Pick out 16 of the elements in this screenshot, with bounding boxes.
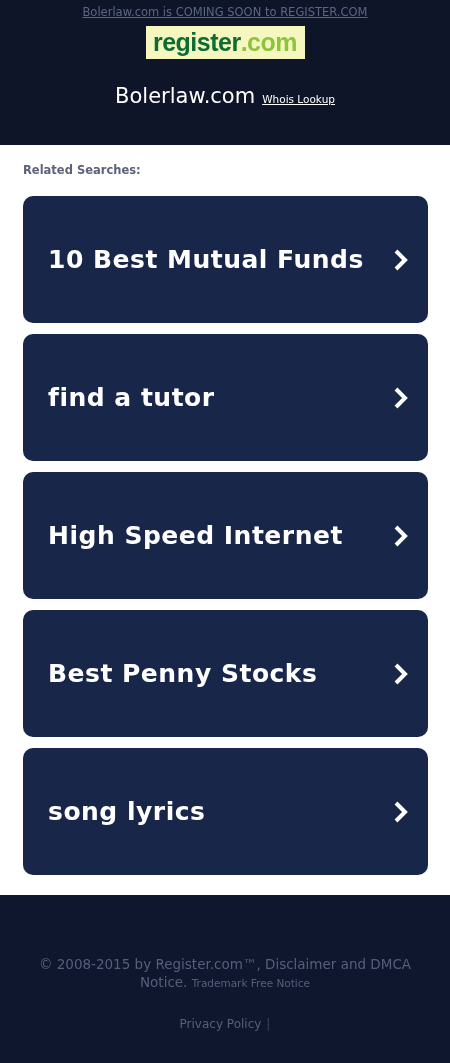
- chevron-icon: [394, 248, 408, 271]
- chevron-icon: [394, 524, 408, 547]
- whois-link[interactable]: Whois Lookup: [262, 93, 335, 105]
- register-logo[interactable]: register.com: [145, 26, 305, 59]
- chevron-icon: [394, 386, 408, 409]
- search-link-card[interactable]: find a tutor: [23, 334, 428, 461]
- chevron-icon: [394, 662, 408, 685]
- chevron-icon: [394, 800, 408, 823]
- separator: |: [266, 1017, 271, 1031]
- domain-name: Bolerlaw.com: [115, 84, 256, 108]
- search-link-card[interactable]: High Speed Internet: [23, 472, 428, 599]
- search-link-card[interactable]: Best Penny Stocks: [23, 610, 428, 737]
- search-link-card[interactable]: 10 Best Mutual Funds: [23, 196, 428, 323]
- copyright-text: © 2008-2015 by Register.com™, Disclaimer and DMCA Notice. Trademark Free Notice: [37, 955, 413, 992]
- search-link-card[interactable]: song lyrics: [23, 748, 428, 875]
- related-heading: Related Searches:: [23, 163, 142, 177]
